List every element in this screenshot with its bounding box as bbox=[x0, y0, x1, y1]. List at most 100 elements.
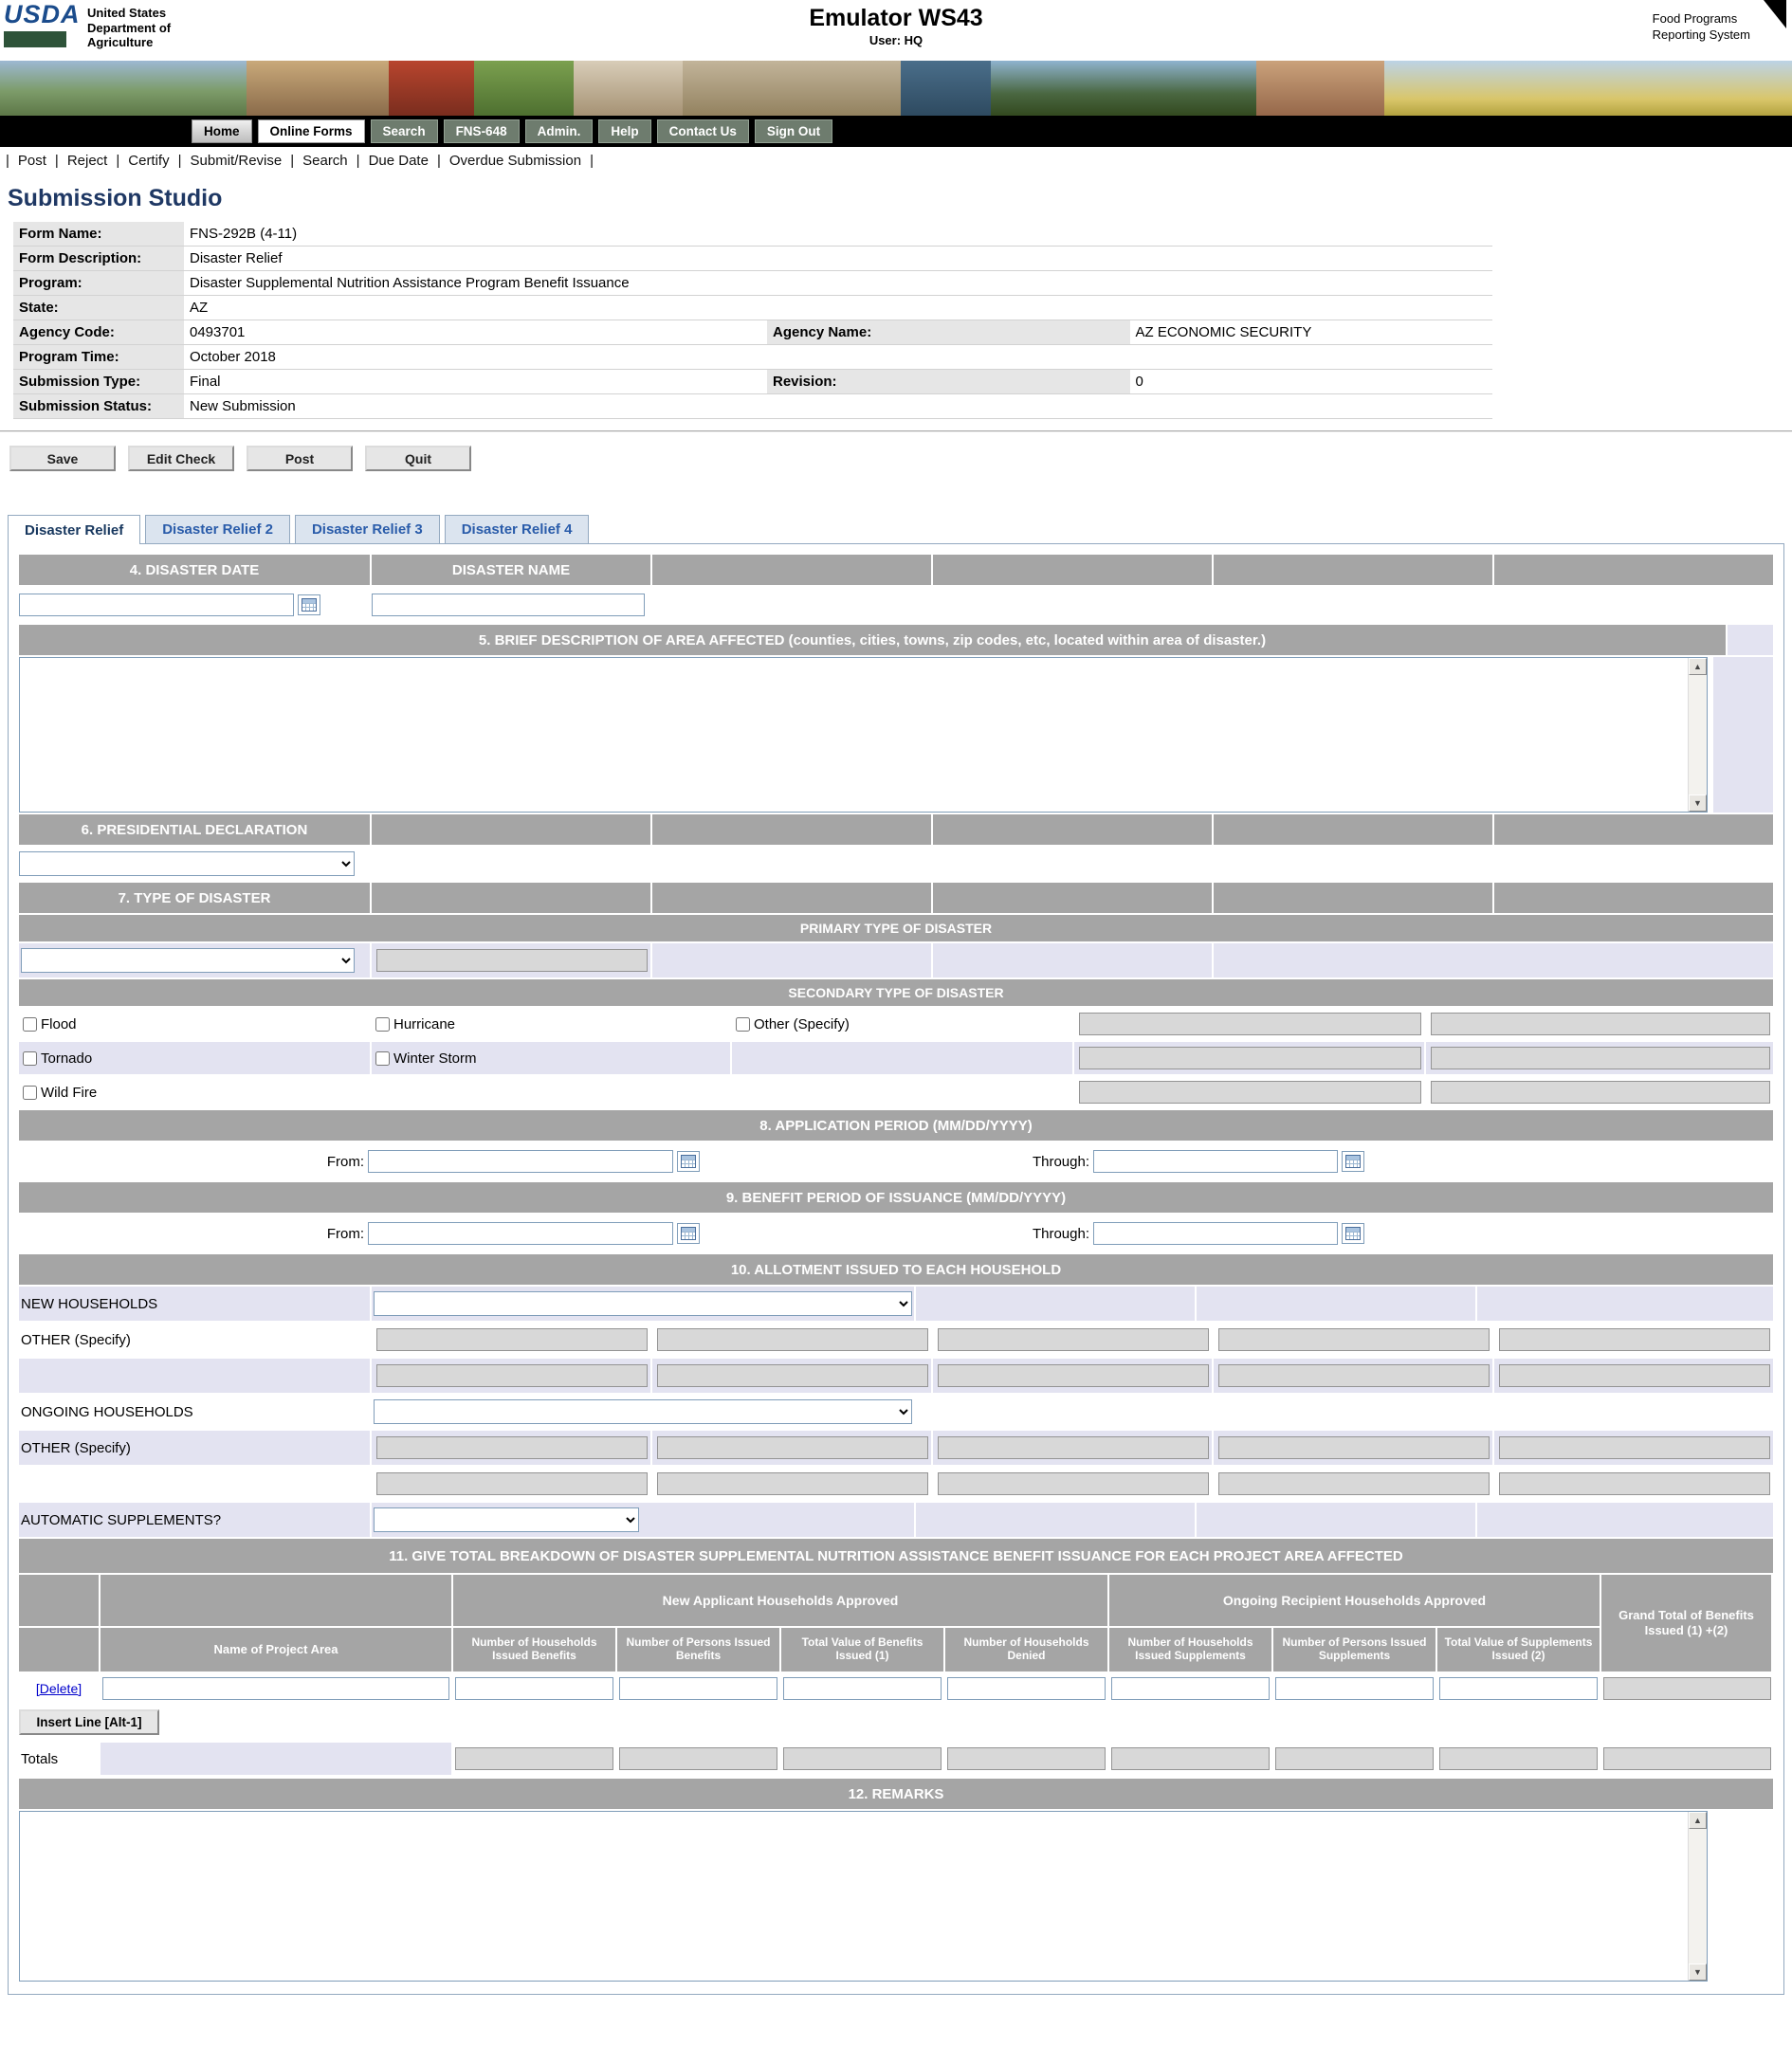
scrollbar[interactable]: ▲ ▼ bbox=[1688, 1812, 1707, 1981]
section5-body: ▲ ▼ bbox=[19, 657, 1773, 813]
households-issued-supplements-input[interactable] bbox=[1111, 1677, 1270, 1700]
hurricane-checkbox[interactable] bbox=[375, 1017, 390, 1032]
new-other-input-9 bbox=[1218, 1364, 1490, 1387]
automatic-supplements-select[interactable] bbox=[374, 1507, 639, 1532]
scrollbar[interactable]: ▲ ▼ bbox=[1688, 658, 1707, 812]
calendar-icon bbox=[681, 1227, 696, 1240]
save-button[interactable]: Save bbox=[9, 446, 116, 471]
ongoing-other-input-9 bbox=[1218, 1472, 1490, 1495]
application-from-calendar-button[interactable] bbox=[677, 1151, 700, 1172]
application-through-calendar-button[interactable] bbox=[1342, 1151, 1364, 1172]
menu-submit-revise[interactable]: Submit/Revise bbox=[191, 153, 283, 169]
nav-contact-us[interactable]: Contact Us bbox=[657, 119, 749, 143]
other-specify-checkbox[interactable] bbox=[736, 1017, 750, 1032]
new-other-specify-row: OTHER (Specify) bbox=[19, 1323, 1773, 1357]
insert-line-button[interactable]: Insert Line [Alt-1] bbox=[19, 1709, 159, 1735]
menu-overdue-submission[interactable]: Overdue Submission bbox=[449, 153, 581, 169]
project-area-name-input[interactable] bbox=[102, 1677, 449, 1700]
empty-header-cell bbox=[933, 883, 1212, 913]
disaster-date-input[interactable] bbox=[19, 594, 294, 616]
agency-name-value: AZ ECONOMIC SECURITY bbox=[1130, 320, 1493, 345]
nav-online-forms[interactable]: Online Forms bbox=[258, 119, 365, 143]
total-value-benefits-input[interactable] bbox=[783, 1677, 942, 1700]
benefit-from-calendar-button[interactable] bbox=[677, 1223, 700, 1244]
persons-issued-supplements-input[interactable] bbox=[1275, 1677, 1434, 1700]
benefit-from-input[interactable] bbox=[368, 1222, 673, 1245]
ongoing-other-input-8 bbox=[938, 1472, 1209, 1495]
scroll-up-arrow[interactable]: ▲ bbox=[1689, 1812, 1707, 1829]
empty-header-cell bbox=[372, 883, 650, 913]
primary-type-select[interactable] bbox=[21, 948, 355, 973]
new-households-row: NEW HOUSEHOLDS bbox=[19, 1287, 1773, 1321]
edit-check-button[interactable]: Edit Check bbox=[128, 446, 234, 471]
application-through-input[interactable] bbox=[1093, 1150, 1338, 1173]
menu-reject[interactable]: Reject bbox=[67, 153, 108, 169]
application-period-row: From: Through: bbox=[19, 1142, 1773, 1180]
presidential-declaration-header: 6. PRESIDENTIAL DECLARATION bbox=[19, 814, 370, 845]
scroll-up-arrow[interactable]: ▲ bbox=[1689, 658, 1707, 675]
program-label: Program: bbox=[13, 271, 184, 296]
total-value-supplements-input[interactable] bbox=[1439, 1677, 1598, 1700]
tornado-checkbox[interactable] bbox=[23, 1051, 37, 1066]
households-denied-input[interactable] bbox=[947, 1677, 1106, 1700]
menu-certify[interactable]: Certify bbox=[128, 153, 169, 169]
state-value: AZ bbox=[184, 296, 767, 320]
tab-disaster-relief-3[interactable]: Disaster Relief 3 bbox=[295, 515, 440, 543]
empty-cell bbox=[916, 1503, 1195, 1537]
empty-header-cell bbox=[372, 814, 650, 845]
delete-row-link[interactable]: [Delete] bbox=[36, 1681, 82, 1696]
empty-cell bbox=[916, 1287, 1195, 1321]
breakdown-table-head: New Applicant Households Approved Ongoin… bbox=[19, 1575, 1773, 1672]
presidential-declaration-select[interactable] bbox=[19, 851, 355, 876]
tab-disaster-relief-2[interactable]: Disaster Relief 2 bbox=[145, 515, 290, 543]
page: USDA United States Department of Agricul… bbox=[0, 0, 1792, 1995]
totals-total-value-benefits bbox=[783, 1747, 942, 1770]
automatic-supplements-row: AUTOMATIC SUPPLEMENTS? bbox=[19, 1503, 1773, 1537]
flood-label: Flood bbox=[41, 1016, 77, 1032]
nav-help[interactable]: Help bbox=[598, 119, 650, 143]
ongoing-households-select[interactable] bbox=[374, 1399, 912, 1424]
benefit-through-input[interactable] bbox=[1093, 1222, 1338, 1245]
menu-post[interactable]: Post bbox=[18, 153, 46, 169]
tab-disaster-relief-4[interactable]: Disaster Relief 4 bbox=[445, 515, 590, 543]
disaster-name-input[interactable] bbox=[372, 594, 645, 616]
winter-storm-checkbox[interactable] bbox=[375, 1051, 390, 1066]
empty-cell bbox=[933, 943, 1212, 977]
households-issued-benefits-input[interactable] bbox=[455, 1677, 613, 1700]
quit-button[interactable]: Quit bbox=[365, 446, 471, 471]
project-area-row: [Delete] bbox=[19, 1673, 1773, 1704]
primary-type-row bbox=[19, 943, 1773, 977]
winter-storm-label: Winter Storm bbox=[393, 1050, 477, 1067]
empty-cell bbox=[1214, 943, 1773, 977]
benefit-through-calendar-button[interactable] bbox=[1342, 1223, 1364, 1244]
application-from-input[interactable] bbox=[368, 1150, 673, 1173]
nav-search[interactable]: Search bbox=[371, 119, 438, 143]
scroll-down-arrow[interactable]: ▼ bbox=[1689, 1964, 1707, 1981]
remarks-textarea[interactable] bbox=[20, 1812, 1687, 1981]
menu-search[interactable]: Search bbox=[302, 153, 348, 169]
menu-due-date[interactable]: Due Date bbox=[369, 153, 429, 169]
empty-header-cell bbox=[652, 883, 931, 913]
form-tabs: Disaster Relief Disaster Relief 2 Disast… bbox=[8, 515, 1792, 543]
nav-sign-out[interactable]: Sign Out bbox=[755, 119, 832, 143]
nav-admin[interactable]: Admin. bbox=[525, 119, 594, 143]
wild-fire-checkbox[interactable] bbox=[23, 1086, 37, 1100]
tab-disaster-relief[interactable]: Disaster Relief bbox=[8, 515, 140, 544]
flood-checkbox[interactable] bbox=[23, 1017, 37, 1032]
secondary-row-2: Tornado Winter Storm bbox=[19, 1042, 1773, 1074]
persons-issued-benefits-input[interactable] bbox=[619, 1677, 777, 1700]
nav-home[interactable]: Home bbox=[192, 119, 252, 143]
post-button[interactable]: Post bbox=[247, 446, 353, 471]
totals-grand-total bbox=[1603, 1747, 1771, 1770]
ongoing-recipient-group-header: Ongoing Recipient Households Approved bbox=[1109, 1575, 1600, 1626]
scroll-down-arrow[interactable]: ▼ bbox=[1689, 795, 1707, 812]
nav-fns-648[interactable]: FNS-648 bbox=[444, 119, 520, 143]
new-other-input-1 bbox=[376, 1328, 648, 1351]
area-description-textarea[interactable] bbox=[20, 658, 1687, 812]
program-time-label: Program Time: bbox=[13, 345, 184, 370]
area-description-textarea-wrap: ▲ ▼ bbox=[19, 657, 1708, 813]
ongoing-other-input-2 bbox=[657, 1436, 928, 1459]
page-title: Submission Studio bbox=[8, 185, 1792, 212]
new-households-select[interactable] bbox=[374, 1291, 912, 1316]
disaster-date-calendar-button[interactable] bbox=[298, 594, 320, 615]
